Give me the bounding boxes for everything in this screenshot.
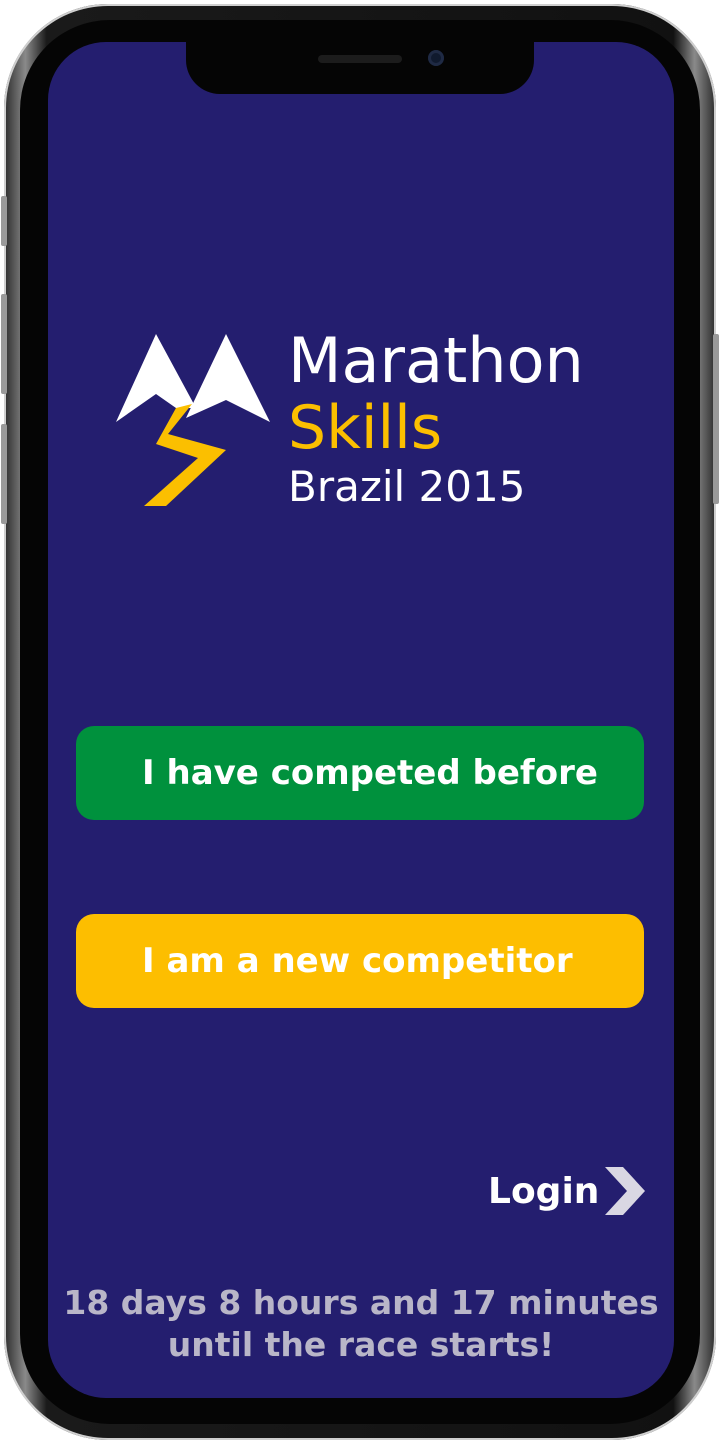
logo-wordmark: Marathon Skills Brazil 2015: [288, 330, 584, 508]
notch: [186, 42, 534, 94]
volume-down-button: [1, 424, 7, 524]
logo-event: Brazil 2015: [288, 462, 526, 511]
login-label: Login: [488, 1170, 600, 1212]
countdown-caption: until the race starts!: [167, 1325, 555, 1364]
login-link[interactable]: Login: [488, 1166, 646, 1216]
logo-subtitle: Skills: [288, 393, 443, 463]
power-button: [713, 334, 719, 504]
mountain-peaks-lightning-icon: [116, 334, 270, 506]
earpiece-speaker: [318, 55, 402, 63]
silent-switch: [1, 196, 7, 246]
chevron-right-icon: [605, 1167, 646, 1215]
volume-up-button: [1, 294, 7, 394]
race-countdown: 18 days 8 hours and 17 minutes until the…: [48, 1282, 674, 1366]
competed-before-button[interactable]: I have competed before: [76, 726, 644, 820]
logo-title: Marathon: [288, 324, 584, 397]
countdown-time: 18 days 8 hours and 17 minutes: [63, 1283, 659, 1322]
marathon-skills-logo: Marathon Skills Brazil 2015: [116, 330, 596, 510]
new-competitor-button[interactable]: I am a new competitor: [76, 914, 644, 1008]
front-camera: [428, 50, 444, 66]
